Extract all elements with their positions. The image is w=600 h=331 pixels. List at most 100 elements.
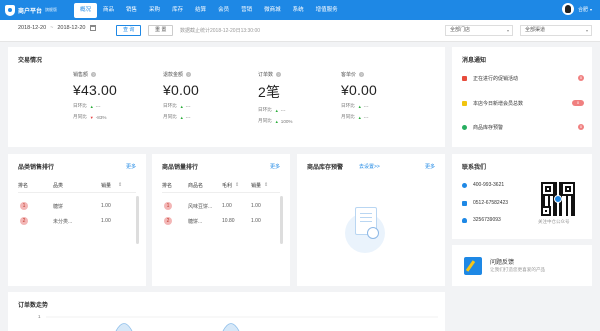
help-icon[interactable]: ?: [359, 72, 365, 77]
notice-label: 正在进行的促销活动: [473, 76, 519, 82]
category-rank-more-link[interactable]: 更多: [126, 163, 136, 170]
kpi-mom-label: 月同比: [163, 114, 177, 119]
nav-item-system[interactable]: 系统: [287, 3, 310, 18]
sort-icon[interactable]: ⇕: [264, 182, 268, 188]
trade-title: 交易情况: [18, 58, 43, 64]
sort-icon[interactable]: ⇕: [118, 182, 122, 188]
store-select-value: 全部门店: [450, 27, 471, 33]
logo-title: 商户平台: [18, 8, 43, 15]
messages-title: 消息通知: [462, 58, 487, 64]
qr-code: [541, 182, 575, 216]
kpi-dod: ---: [95, 103, 101, 109]
nav-item-marketing[interactable]: 营销: [235, 3, 258, 18]
nav-item-inventory[interactable]: 库存: [166, 3, 189, 18]
trend-peak: [222, 323, 240, 331]
kpi-dod-label: 日环比: [73, 103, 87, 108]
sort-icon[interactable]: ⇕: [235, 182, 239, 188]
product-rank-more-link[interactable]: 更多: [270, 163, 280, 170]
category-qty: 1.00: [101, 203, 111, 209]
nav-item-microstore[interactable]: 微商城: [258, 3, 287, 18]
col-header-rank: 排名: [162, 183, 173, 189]
logo-subtitle: 旗舰版: [45, 7, 58, 12]
scrollbar[interactable]: [136, 196, 139, 244]
avatar: [561, 3, 574, 15]
notice-count-badge: 0: [578, 124, 584, 130]
qr-caption: 关注中仓公众号: [538, 219, 570, 224]
help-icon[interactable]: ?: [276, 72, 282, 77]
rank-badge: 1: [20, 202, 28, 210]
up-arrow-icon: ▲: [89, 103, 94, 109]
col-header-profit[interactable]: 毛利: [222, 182, 232, 189]
stock-alert-panel: 商品库存预警 去设置>> 更多: [297, 154, 445, 286]
notice-item-new-members[interactable]: 本店今日新增会员总数: [462, 100, 590, 107]
chevron-down-icon: ▾: [589, 6, 592, 12]
product-profit: 1.00: [222, 203, 232, 209]
logo-icon: [5, 4, 15, 16]
feedback-icon: [464, 257, 482, 275]
product-rank-panel: 商品销量排行 更多 排名 商品名 毛利 ⇕ 销量 ⇕ 1 风味豆饼... 1.0…: [152, 154, 290, 286]
kpi-label: 订单数: [258, 72, 274, 78]
help-icon[interactable]: ?: [91, 72, 97, 77]
product-qty: 1.00: [251, 218, 261, 224]
contact-title: 联系我们: [462, 165, 487, 171]
kpi-dod: ---: [363, 103, 369, 109]
kpi-label: 销售额: [73, 72, 89, 78]
main-nav: 概况 商品 销售 采购 库存 结算 会员 营销 微商城 系统 增值服务: [74, 0, 344, 20]
trade-panel: 交易情况 销售额? ¥43.00 日环比 ▲ --- 月同比 ▼ -83% 退款金额? …: [8, 47, 445, 147]
category-name: 未分类...: [53, 219, 73, 225]
reset-button[interactable]: 重 置: [148, 25, 174, 36]
user-menu[interactable]: 合肥 ▾: [561, 3, 592, 15]
col-header-qty[interactable]: 销量: [251, 182, 261, 189]
col-header-qty[interactable]: 销量: [101, 182, 111, 189]
end-date[interactable]: 2018-12-20: [57, 25, 85, 31]
qq-icon: [462, 217, 467, 223]
date-range-picker[interactable]: 2018-12-20 ~ 2018-12-20: [18, 25, 96, 31]
notice-item-promotions[interactable]: 正在进行的促销活动: [462, 75, 590, 82]
kpi-value: ¥0.00: [163, 82, 200, 98]
channel-select-value: 全部渠道: [525, 27, 546, 33]
feedback-panel[interactable]: 问题反馈 让我们打造您更喜爱的产品: [452, 245, 592, 286]
user-name: 合肥: [577, 6, 588, 13]
up-arrow-icon: ▲: [274, 118, 279, 124]
calendar-icon[interactable]: [89, 25, 96, 31]
stock-alert-title: 商品库存预警: [307, 165, 344, 171]
phone-icon: [462, 182, 467, 188]
order-trend-chart: [46, 316, 438, 331]
nav-item-sales[interactable]: 销售: [120, 3, 143, 18]
store-select[interactable]: 全部门店 ▾: [445, 25, 513, 36]
kpi-value: ¥43.00: [73, 82, 118, 98]
down-arrow-icon: ▼: [89, 114, 94, 120]
stock-alert-settings-link[interactable]: 去设置>>: [359, 163, 380, 170]
channel-select[interactable]: 全部渠道 ▾: [520, 25, 592, 36]
nav-item-product[interactable]: 商品: [97, 3, 120, 18]
nav-item-settlement[interactable]: 结算: [189, 3, 212, 18]
date-separator: ~: [50, 25, 54, 31]
notice-item-stock-alert[interactable]: 商品库存预警: [462, 124, 590, 131]
kpi-mom: -83%: [95, 114, 107, 120]
top-nav-bar: 商户平台 旗舰版 概况 商品 销售 采购 库存 结算 会员 营销 微商城 系统 …: [0, 0, 600, 20]
nav-item-value-added[interactable]: 增值服务: [310, 3, 344, 18]
contact-panel: 联系我们 400-993-3621 0512-67582423 32567390…: [452, 154, 592, 239]
col-header-rank: 排名: [18, 183, 29, 189]
logo[interactable]: 商户平台 旗舰版: [0, 4, 74, 16]
kpi-mom-label: 月同比: [341, 114, 355, 119]
order-trend-panel: 订单数走势 1: [8, 292, 445, 331]
messages-panel: 消息通知 正在进行的促销活动 0 本店今日新增会员总数 0 商品库存预警 0: [452, 47, 592, 147]
query-button[interactable]: 查 询: [116, 25, 142, 36]
stock-alert-more-link[interactable]: 更多: [425, 163, 435, 170]
kpi-label: 退款金额: [163, 72, 184, 78]
contact-qq: 3256739093: [462, 217, 501, 223]
help-icon[interactable]: ?: [186, 72, 192, 77]
product-profit: 10.80: [222, 218, 235, 224]
data-cutoff-note: 数据截止统计2018-12-20日13:30:00: [180, 28, 261, 34]
nav-item-member[interactable]: 会员: [212, 3, 235, 18]
nav-item-overview[interactable]: 概况: [74, 2, 98, 18]
scrollbar[interactable]: [280, 196, 283, 244]
kpi-mom: ---: [363, 114, 369, 120]
start-date[interactable]: 2018-12-20: [18, 25, 46, 31]
notice-label: 本店今日新增会员总数: [473, 101, 524, 107]
member-icon: [462, 101, 467, 106]
kpi-dod: ---: [280, 107, 286, 113]
nav-item-purchase[interactable]: 采购: [143, 3, 166, 18]
promotion-icon: [462, 76, 467, 81]
